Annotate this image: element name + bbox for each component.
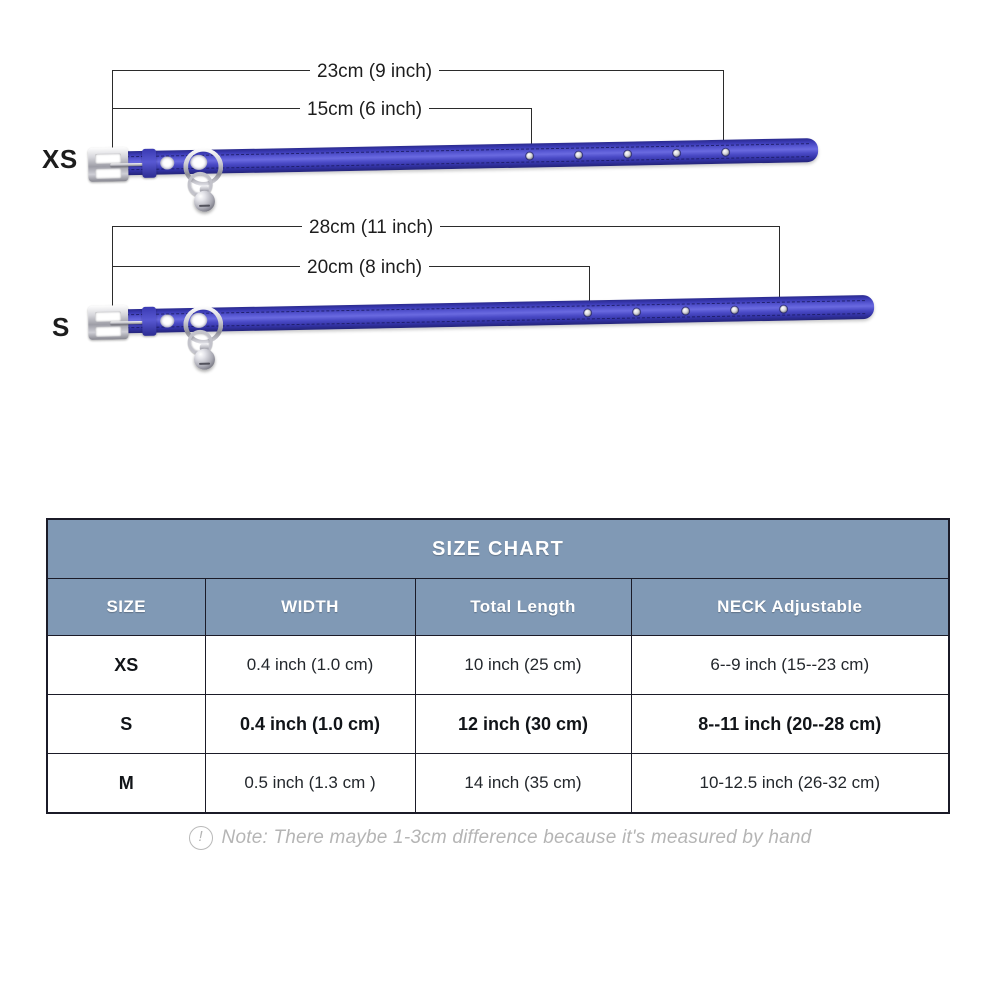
s-inner-leader-left xyxy=(112,266,113,308)
adjust-hole xyxy=(731,306,739,314)
size-label-s: S xyxy=(52,312,70,342)
table-row: M 0.5 inch (1.3 cm ) 14 inch (35 cm) 10-… xyxy=(46,753,950,814)
adjust-hole xyxy=(624,150,632,158)
column-header-neck-adjustable: NECK Adjustable xyxy=(630,578,950,636)
buckle-hollow-lower xyxy=(95,326,122,337)
cell-width: 0.4 inch (1.0 cm) xyxy=(204,635,416,695)
collar-size-diagram: XS 23cm (9 inch) 15cm (6 inch) S 28cm (1… xyxy=(0,0,1000,480)
strap-stitch-bottom xyxy=(126,313,866,329)
bell-icon xyxy=(193,190,216,212)
bell-slit xyxy=(199,362,211,365)
bell-icon xyxy=(193,348,216,370)
exclamation-circle-icon: ! xyxy=(188,826,213,850)
cell-neck: 6--9 inch (15--23 cm) xyxy=(630,635,950,695)
adjust-hole xyxy=(633,308,641,316)
cell-neck: 8--11 inch (20--28 cm) xyxy=(630,694,950,754)
cell-width: 0.5 inch (1.3 cm ) xyxy=(204,753,416,814)
cell-neck: 10-12.5 inch (26-32 cm) xyxy=(630,753,950,814)
cell-total-length: 12 inch (30 cm) xyxy=(414,694,632,754)
cell-total-length: 10 inch (25 cm) xyxy=(414,635,632,695)
size-chart-title: SIZE CHART xyxy=(46,518,950,579)
adjust-hole xyxy=(526,152,534,160)
adjust-hole xyxy=(584,309,592,317)
collar-strap-s xyxy=(117,294,875,334)
column-header-size: SIZE xyxy=(46,578,206,636)
column-header-width: WIDTH xyxy=(204,578,416,636)
size-label-xs: XS xyxy=(42,144,78,174)
buckle-hollow-upper xyxy=(95,153,122,164)
measurement-note: ! Note: There maybe 1-3cm difference bec… xyxy=(0,826,1000,850)
xs-inner-leader-left xyxy=(112,108,113,152)
bell-slit xyxy=(199,204,211,207)
table-row: S 0.4 inch (1.0 cm) 12 inch (30 cm) 8--1… xyxy=(46,694,950,754)
cell-size: M xyxy=(46,753,206,814)
cell-total-length: 14 inch (35 cm) xyxy=(414,753,632,814)
buckle-hollow-lower xyxy=(95,168,122,179)
strap-stitch-bottom xyxy=(126,156,810,171)
strap-stitch-top xyxy=(126,300,865,316)
strap-keeper xyxy=(141,306,157,336)
adjust-hole xyxy=(780,305,788,313)
strap-stitch-top xyxy=(126,143,809,158)
adjust-hole xyxy=(722,148,730,156)
cell-size: XS xyxy=(46,635,206,695)
column-header-total-length: Total Length xyxy=(414,578,632,636)
size-chart-table: SIZE CHART SIZE WIDTH Total Length NECK … xyxy=(46,518,950,814)
strap-keeper xyxy=(141,148,157,178)
table-title-row: SIZE CHART xyxy=(46,518,950,579)
s-outer-measure: 28cm (11 inch) xyxy=(302,218,441,237)
cell-width: 0.4 inch (1.0 cm) xyxy=(204,694,416,754)
buckle-hollow-upper xyxy=(95,311,122,322)
s-inner-measure: 20cm (8 inch) xyxy=(300,258,430,277)
s-outer-leader-horizontal xyxy=(112,226,780,227)
cell-size: S xyxy=(46,694,206,754)
adjust-hole xyxy=(575,151,583,159)
xs-inner-measure: 15cm (6 inch) xyxy=(300,100,430,119)
table-row: XS 0.4 inch (1.0 cm) 10 inch (25 cm) 6--… xyxy=(46,635,950,695)
table-header-row: SIZE WIDTH Total Length NECK Adjustable xyxy=(46,578,950,636)
note-text: Note: There maybe 1-3cm difference becau… xyxy=(221,827,812,848)
xs-outer-measure: 23cm (9 inch) xyxy=(310,62,440,81)
